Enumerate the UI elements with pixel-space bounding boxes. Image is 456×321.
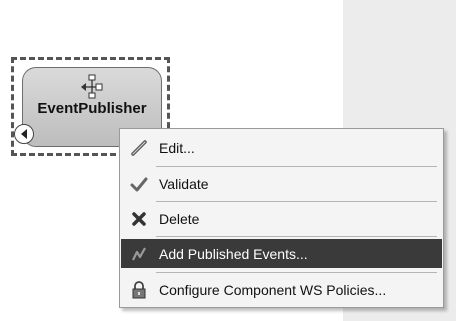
menu-item-label: Add Published Events... [159,245,308,262]
lightning-icon [121,246,157,262]
lock-icon [121,280,157,299]
menu-separator [156,272,437,273]
component-name-label: EventPublisher [37,100,147,117]
checkmark-icon [121,176,157,192]
menu-item-delete[interactable]: Delete [121,204,442,233]
menu-item-label: Edit... [159,139,195,156]
menu-separator [156,201,437,202]
menu-item-label: Validate [159,175,209,192]
menu-item-label: Delete [159,210,200,227]
pencil-icon [121,139,157,157]
menu-item-add-published-events[interactable]: Add Published Events... [121,239,442,268]
context-menu: Edit... Validate Delete Add Published Ev… [119,128,444,308]
event-publisher-icon [79,74,105,100]
menu-item-configure-ws-policies[interactable]: Configure Component WS Policies... [121,275,442,304]
menu-separator [156,236,437,237]
menu-item-label: Configure Component WS Policies... [159,281,387,298]
menu-separator [156,166,437,167]
menu-item-validate[interactable]: Validate [121,169,442,198]
expand-arrow-icon[interactable] [14,124,34,144]
menu-item-edit[interactable]: Edit... [121,133,442,162]
delete-x-icon [121,211,157,227]
